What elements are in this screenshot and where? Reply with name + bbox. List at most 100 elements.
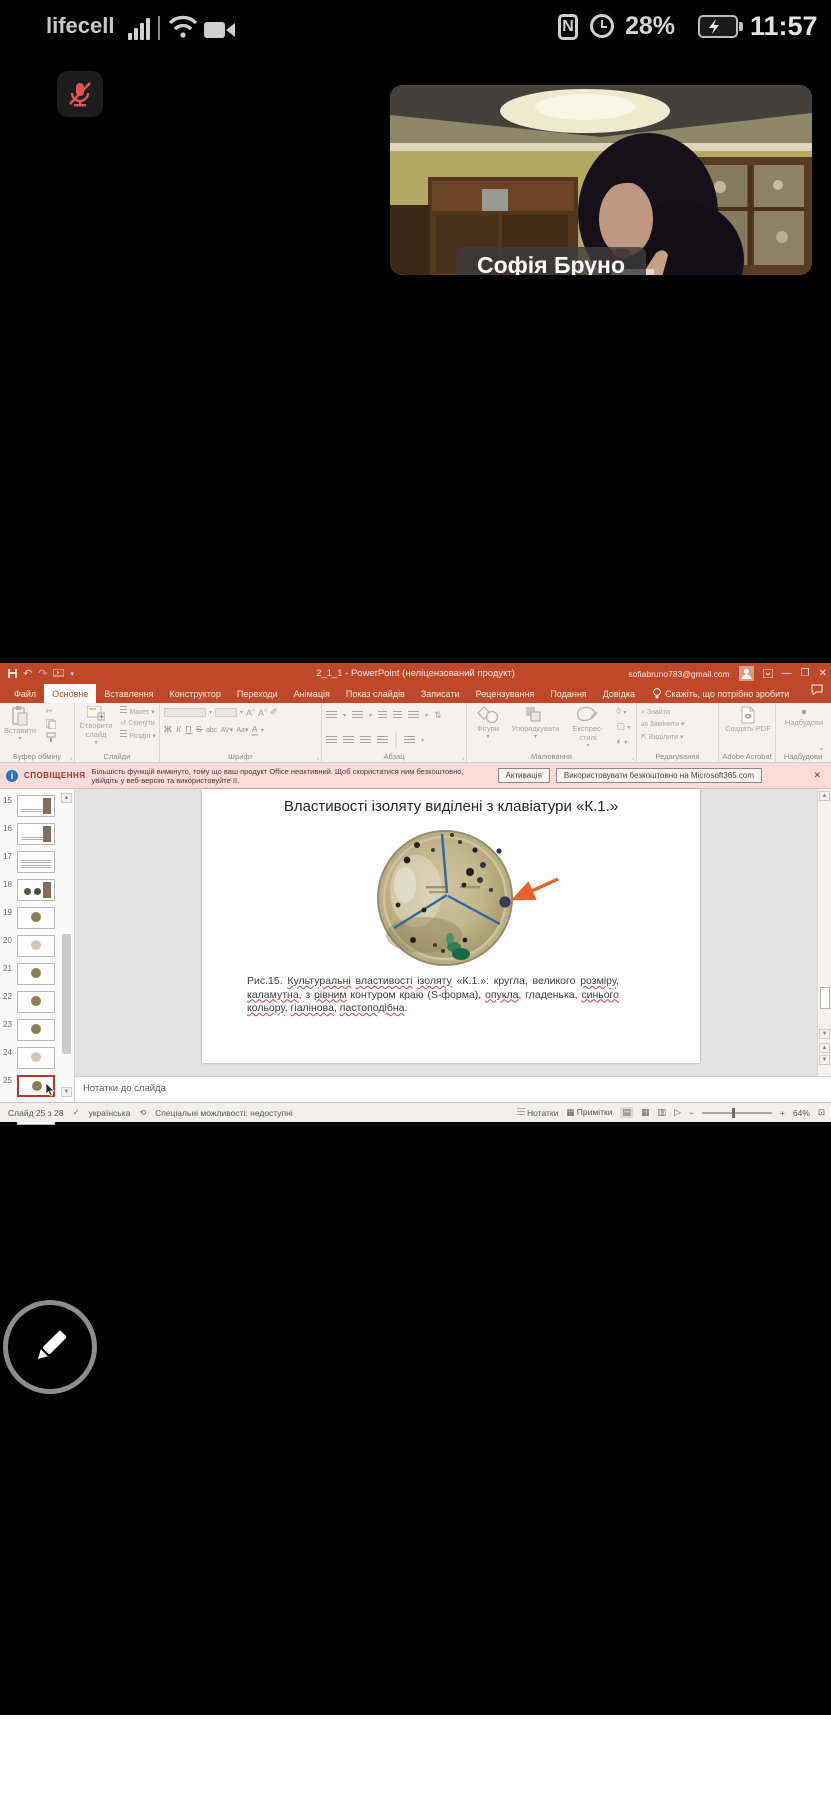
use-free-button[interactable]: Використовувати безкоштовно на Microsoft… — [556, 768, 762, 783]
slide-caption[interactable]: Рис.15. Культуральні властивості ізоляту… — [247, 975, 619, 1016]
slide-thumb-preview[interactable] — [17, 851, 55, 873]
mic-muted-button[interactable] — [57, 71, 103, 117]
justify-icon[interactable] — [377, 731, 388, 749]
account-email[interactable]: sofiabruno783@gmail.com — [628, 669, 729, 679]
slide-thumb-preview[interactable] — [17, 907, 55, 929]
slide-canvas[interactable]: Властивості ізоляту виділені з клавіатур… — [202, 789, 700, 1063]
quick-styles-button[interactable]: Експрес-стилі▾ — [566, 706, 610, 749]
grow-font-icon[interactable]: А˄ — [246, 706, 255, 718]
arrange-button[interactable]: Упорядкувати▾ — [509, 706, 561, 740]
select-button[interactable]: ⇱ Виділити ▾ — [641, 733, 716, 742]
tab-Рецензування[interactable]: Рецензування — [468, 684, 543, 703]
slide-thumbnail-19[interactable]: 19 — [0, 906, 60, 932]
tab-Вставлення[interactable]: Вставлення — [96, 684, 161, 703]
slide-area-scrollbar[interactable]: ▲ ▼ ▲ ▼ — [817, 789, 831, 1076]
slide-thumbnail-16[interactable]: 16 — [0, 822, 60, 848]
previous-slide-icon[interactable]: ▲ — [819, 1043, 830, 1053]
new-slide-button[interactable]: Створити слайд▾ — [79, 706, 113, 746]
line-spacing-icon[interactable] — [408, 706, 419, 724]
zoom-out-icon[interactable]: − — [689, 1108, 694, 1118]
reset-button[interactable]: ↺ Скинути — [120, 719, 155, 728]
slide-sorter-icon[interactable]: ▦ — [641, 1107, 650, 1118]
collapse-ribbon-icon[interactable]: ⌃ — [818, 747, 825, 756]
copy-icon[interactable] — [46, 719, 56, 729]
account-avatar[interactable] — [739, 666, 754, 681]
zoom-in-icon[interactable]: + — [780, 1108, 785, 1118]
tab-Довідка[interactable]: Довідка — [595, 684, 643, 703]
scroll-down-icon[interactable]: ▼ — [61, 1087, 72, 1097]
close-button[interactable]: ✕ — [819, 668, 827, 679]
numbering-icon[interactable] — [352, 706, 363, 724]
language-indicator[interactable]: українська — [89, 1108, 131, 1118]
tab-Переходи[interactable]: Переходи — [229, 684, 286, 703]
slide-thumbnail-pane[interactable]: 151617181920212223242526 ▲ ▼ — [0, 789, 75, 1102]
replace-button[interactable]: ab Замінити ▾ — [641, 720, 716, 730]
spellcheck-icon[interactable]: ✓ — [72, 1107, 79, 1118]
slide-thumbnail-17[interactable]: 17 — [0, 850, 60, 876]
shapes-button[interactable]: Фігури▾ — [471, 706, 505, 740]
decrease-indent-icon[interactable] — [378, 706, 387, 724]
clear-formatting-icon[interactable]: ✐ — [270, 707, 278, 717]
underline-button[interactable]: П — [185, 724, 192, 734]
bold-button[interactable]: Ж — [164, 724, 173, 734]
shape-effects-icon[interactable]: ◐ ▾ — [616, 736, 630, 748]
create-pdf-button[interactable]: Создать PDF — [723, 706, 773, 733]
slide-thumb-preview[interactable] — [17, 935, 55, 957]
layout-button[interactable]: Макет ▾ — [120, 706, 155, 717]
slide-thumb-preview[interactable] — [17, 795, 55, 817]
tab-Анімація[interactable]: Анімація — [286, 684, 338, 703]
align-left-icon[interactable] — [326, 731, 337, 749]
comments-button[interactable]: ▦ Примітки — [566, 1107, 612, 1118]
tab-Показ слайдів[interactable]: Показ слайдів — [338, 684, 413, 703]
scroll-up-icon[interactable]: ▲ — [61, 793, 72, 803]
section-button[interactable]: Розділ ▾ — [120, 730, 155, 741]
zoom-level[interactable]: 64% — [793, 1108, 810, 1118]
participant-video-tile[interactable]: Софія Бруно — [390, 85, 812, 275]
font-name-select[interactable] — [164, 708, 206, 717]
slide-thumbnail-23[interactable]: 23 — [0, 1018, 60, 1044]
slide-thumbnail-15[interactable]: 15 — [0, 794, 60, 820]
slide-thumb-preview[interactable] — [17, 1047, 55, 1069]
slide-thumb-preview[interactable] — [17, 879, 55, 901]
normal-view-icon[interactable]: ▤ — [620, 1107, 633, 1118]
tab-Основне[interactable]: Основне — [44, 684, 96, 703]
shape-fill-icon[interactable]: ◊ ▾ — [616, 706, 630, 718]
minimize-button[interactable]: — — [782, 668, 792, 679]
tab-Записати[interactable]: Записати — [413, 684, 468, 703]
increase-indent-icon[interactable] — [393, 706, 402, 724]
thumbnail-scroll-thumb[interactable] — [62, 934, 71, 1054]
tab-Файл[interactable]: Файл — [6, 684, 44, 703]
next-slide-icon[interactable]: ▼ — [819, 1055, 830, 1065]
ribbon-display-options-icon[interactable] — [763, 669, 773, 678]
slide-thumbnail-24[interactable]: 24 — [0, 1046, 60, 1072]
strikethrough-button[interactable]: S — [196, 724, 203, 734]
paste-button[interactable]: Вставити▾ — [4, 706, 36, 742]
change-case-button[interactable]: Aa▾ — [236, 727, 248, 734]
fit-to-window-icon[interactable]: ⊡ — [818, 1107, 825, 1118]
notes-button[interactable]: Нотатки — [517, 1108, 559, 1118]
text-direction-icon[interactable]: ⇅ — [434, 710, 442, 720]
font-size-select[interactable] — [215, 708, 237, 717]
slide-thumbnail-18[interactable]: 18 — [0, 878, 60, 904]
annotate-fab[interactable] — [3, 1300, 97, 1394]
slide-thumbnail-21[interactable]: 21 — [0, 962, 60, 988]
align-right-icon[interactable] — [360, 731, 371, 749]
slide-thumb-preview[interactable] — [17, 823, 55, 845]
bullets-icon[interactable] — [326, 706, 337, 724]
slide-thumb-preview[interactable] — [17, 991, 55, 1013]
comments-icon[interactable] — [811, 682, 823, 700]
char-spacing-button[interactable]: AV▾ — [221, 727, 233, 734]
text-shadow-button[interactable]: abc — [206, 727, 217, 734]
find-button[interactable]: ⌕ Знайти — [641, 708, 716, 717]
restore-button[interactable]: ❐ — [801, 668, 810, 679]
zoom-slider-thumb[interactable] — [732, 1108, 735, 1118]
columns-icon[interactable] — [404, 731, 415, 749]
reading-view-icon[interactable]: ▥ — [657, 1107, 666, 1118]
addins-button[interactable]: ● Надбудови — [780, 706, 828, 727]
tab-Конструктор[interactable]: Конструктор — [162, 684, 229, 703]
slide-scroll-down-icon[interactable]: ▼ — [819, 1029, 830, 1039]
slide-thumbnail-22[interactable]: 22 — [0, 990, 60, 1016]
notes-pane[interactable]: Нотатки до слайда — [75, 1076, 831, 1102]
align-center-icon[interactable] — [343, 731, 354, 749]
slide-scroll-up-icon[interactable]: ▲ — [819, 791, 830, 801]
